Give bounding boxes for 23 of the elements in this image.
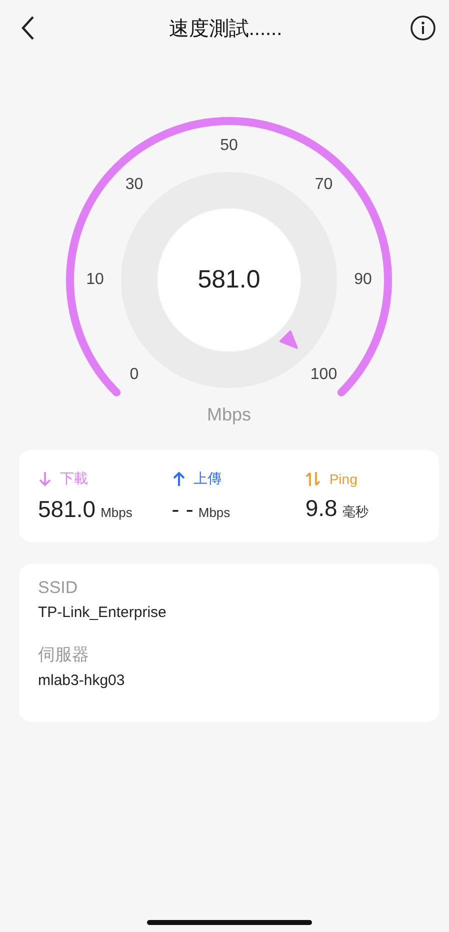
stat-unit: Mbps <box>100 504 132 520</box>
stat-value: - - <box>172 496 194 522</box>
speed-unit: Mbps <box>207 404 251 426</box>
gauge-tick-label: 50 <box>220 137 238 155</box>
gauge-tick-label: 90 <box>354 271 372 289</box>
info-label: SSID <box>38 578 79 598</box>
stat-unit: Mbps <box>198 504 230 520</box>
info-value: TP-Link_Enterprise <box>38 604 168 621</box>
info-label: 伺服器 <box>38 644 90 666</box>
stat-unit: 毫秒 <box>342 502 368 520</box>
speed-reading: 581.0 <box>198 266 260 294</box>
gauge-tick-label: 10 <box>86 271 104 289</box>
stat-label: 上傳 <box>194 470 222 488</box>
info-value: mlab3-hkg03 <box>38 672 126 689</box>
gauge-tick-label: 0 <box>130 366 139 384</box>
stat-label: 下載 <box>60 470 88 488</box>
gauge-tick-label: 100 <box>310 366 338 384</box>
gauge-tick-label: 70 <box>314 176 333 194</box>
stat-value: 9.8 <box>305 494 338 522</box>
stat-value: 581.0 <box>38 496 96 522</box>
stat-label: Ping <box>329 470 358 486</box>
page-title: 速度測試...... <box>168 16 282 42</box>
gauge-tick-label: 30 <box>125 176 144 194</box>
